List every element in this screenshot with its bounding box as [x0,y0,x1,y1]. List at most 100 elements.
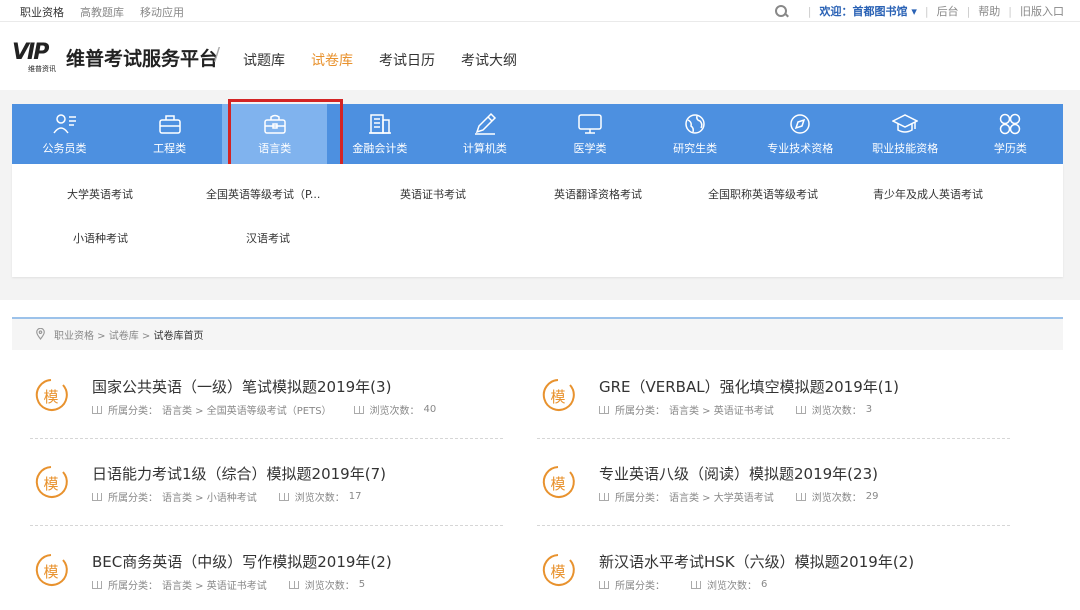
category-engineering[interactable]: 工程类 [117,104,222,164]
category-medical[interactable]: 医学类 [537,104,642,164]
old-version-link[interactable]: 旧版入口 [1020,3,1064,19]
paper-item[interactable]: 模 BEC商务英语（中级）写作模拟题2019年(2) 所属分类： 语言类 > 英语… [30,547,505,607]
top-link-mobile[interactable]: 移动应用 [140,4,184,20]
selected-category-highlight [228,99,343,167]
search-icon[interactable] [774,4,788,18]
category-graduate[interactable]: 研究生类 [643,104,748,164]
category-civil-service[interactable]: 公务员类 [12,104,117,164]
book-icon [599,492,609,501]
category-label: 专业技术资格 [767,142,834,155]
svg-text:模: 模 [43,563,58,581]
book-icon [278,492,289,501]
svg-text:模: 模 [43,475,58,493]
book-icon [795,492,806,501]
paper-title[interactable]: BEC商务英语（中级）写作模拟题2019年(2) [92,551,392,572]
category-label: 计算机类 [462,142,507,155]
subcategory-item[interactable]: 青少年及成人英语考试 [873,186,983,202]
mock-exam-badge-icon: 模 [542,379,575,411]
paper-category: 语言类 > 小语种考试 [162,493,257,504]
category-degree[interactable]: 学历类 [958,104,1063,164]
monitor-icon [578,114,602,134]
nav-exam-calendar[interactable]: 考试日历 [379,50,435,70]
subcategory-panel: 大学英语考试 全国英语等级考试（P... 英语证书考试 英语翻译资格考试 全国职… [12,164,1063,277]
paper-category: 语言类 > 全国英语等级考试（PETS） [162,406,332,417]
category-label: 医学类 [573,142,607,155]
nav-paper-bank[interactable]: 试卷库 [311,50,353,70]
paper-title[interactable]: 专业英语八级（阅读）模拟题2019年(23) [599,463,878,484]
book-icon [599,580,609,589]
row-divider [537,525,1010,526]
book-icon [795,405,806,414]
graduation-cap-icon [892,114,919,133]
category-professional-tech[interactable]: 专业技术资格 [748,104,853,164]
top-link-vocational[interactable]: 职业资格 [20,4,64,20]
paper-views: 5 [358,579,366,590]
toolbox-icon [158,115,181,134]
book-icon [691,580,701,589]
category-vocational-skill[interactable]: 职业技能资格 [853,104,958,164]
category-finance-accounting[interactable]: 金融会计类 [327,104,432,164]
logo[interactable]: VIP 维普资讯 [12,42,64,74]
nav-question-bank[interactable]: 试题库 [243,50,285,70]
subcategory-item[interactable]: 全国职称英语等级考试 [708,186,818,202]
paper-item[interactable]: 模 专业英语八级（阅读）模拟题2019年(23) 所属分类： 语言类 > 大学英语… [537,459,1012,519]
book-icon [92,492,102,501]
category-computer[interactable]: 计算机类 [432,104,537,164]
paper-category: 语言类 > 大学英语考试 [669,493,774,504]
svg-text:模: 模 [550,475,565,493]
paper-meta: 所属分类： 语言类 > 全国英语等级考试（PETS） 浏览次数： 40 [92,402,436,417]
book-icon [288,580,299,589]
subcategory-item[interactable]: 全国英语等级考试（P... [206,186,320,202]
top-right: | 欢迎：首都图书馆 ▾ | 后台 | 帮助 | 旧版入口 [774,3,1064,19]
row-divider [30,525,503,526]
mock-exam-badge-icon: 模 [542,466,575,498]
paper-meta: 所属分类： 语言类 > 大学英语考试 浏览次数： 29 [599,489,878,504]
top-link-higher-ed[interactable]: 高教题库 [80,4,124,20]
compass-icon [790,114,810,134]
site-header: VIP 维普资讯 维普考试服务平台 / 试题库 试卷库 考试日历 考试大纲 [0,34,1080,84]
subcategory-item[interactable]: 小语种考试 [73,230,128,246]
paper-category: 语言类 > 英语证书考试 [669,406,774,417]
nav-exam-syllabus[interactable]: 考试大纲 [461,50,517,70]
paper-title[interactable]: 日语能力考试1级（综合）模拟题2019年(7) [92,463,386,484]
paper-item[interactable]: 模 GRE（VERBAL）强化填空模拟题2019年(1) 所属分类： 语言类 > … [537,372,1012,432]
book-icon [92,405,102,414]
svg-text:模: 模 [550,388,565,406]
paper-item[interactable]: 模 日语能力考试1级（综合）模拟题2019年(7) 所属分类： 语言类 > 小语种… [30,459,505,519]
category-label: 公务员类 [42,142,87,155]
subcategory-item[interactable]: 大学英语考试 [67,186,133,202]
top-bar: 职业资格 高教题库 移动应用 | 欢迎：首都图书馆 ▾ | 后台 | 帮助 | … [0,0,1080,22]
bank-icon [368,114,391,134]
paper-title[interactable]: 新汉语水平考试HSK（六级）模拟题2019年(2) [599,551,914,572]
paper-item[interactable]: 模 新汉语水平考试HSK（六级）模拟题2019年(2) 所属分类： 浏览次数： 6 [537,547,1012,607]
help-link[interactable]: 帮助 [978,3,1000,19]
logo-mark: VIP [12,40,49,65]
category-label: 职业技能资格 [872,142,939,155]
paper-views: 29 [865,491,879,502]
subcategory-item[interactable]: 英语证书考试 [400,186,466,202]
breadcrumb-paper-bank[interactable]: 试卷库 [109,331,139,342]
top-links: 职业资格 高教题库 移动应用 [20,4,184,20]
admin-link[interactable]: 后台 [937,3,959,19]
breadcrumb: 职业资格 > 试卷库 > 试卷库首页 [12,317,1063,350]
paper-title[interactable]: GRE（VERBAL）强化填空模拟题2019年(1) [599,376,899,397]
category-label: 工程类 [153,142,187,155]
breadcrumb-current: 试卷库首页 [153,331,204,342]
paper-meta: 所属分类： 浏览次数： 6 [599,577,767,592]
svg-text:模: 模 [550,563,565,581]
paper-item[interactable]: 模 国家公共英语（一级）笔试模拟题2019年(3) 所属分类： 语言类 > 全国英… [30,372,505,432]
paper-views: 17 [348,491,362,502]
four-circles-icon [1000,113,1021,135]
subcategory-item[interactable]: 汉语考试 [246,230,290,246]
paper-title[interactable]: 国家公共英语（一级）笔试模拟题2019年(3) [92,376,391,397]
category-label: 研究生类 [673,142,718,155]
subcategory-item[interactable]: 英语翻译资格考试 [554,186,642,202]
welcome-user-menu[interactable]: 欢迎：首都图书馆 ▾ [819,3,916,19]
logo-subtext: 维普资讯 [28,65,56,73]
paper-meta: 所属分类： 语言类 > 小语种考试 浏览次数： 17 [92,489,361,504]
breadcrumb-vocational[interactable]: 职业资格 [54,331,94,342]
mock-exam-badge-icon: 模 [35,466,68,498]
svg-text:模: 模 [43,388,58,406]
mock-exam-badge-icon: 模 [542,554,575,586]
paper-views: 40 [423,404,437,415]
